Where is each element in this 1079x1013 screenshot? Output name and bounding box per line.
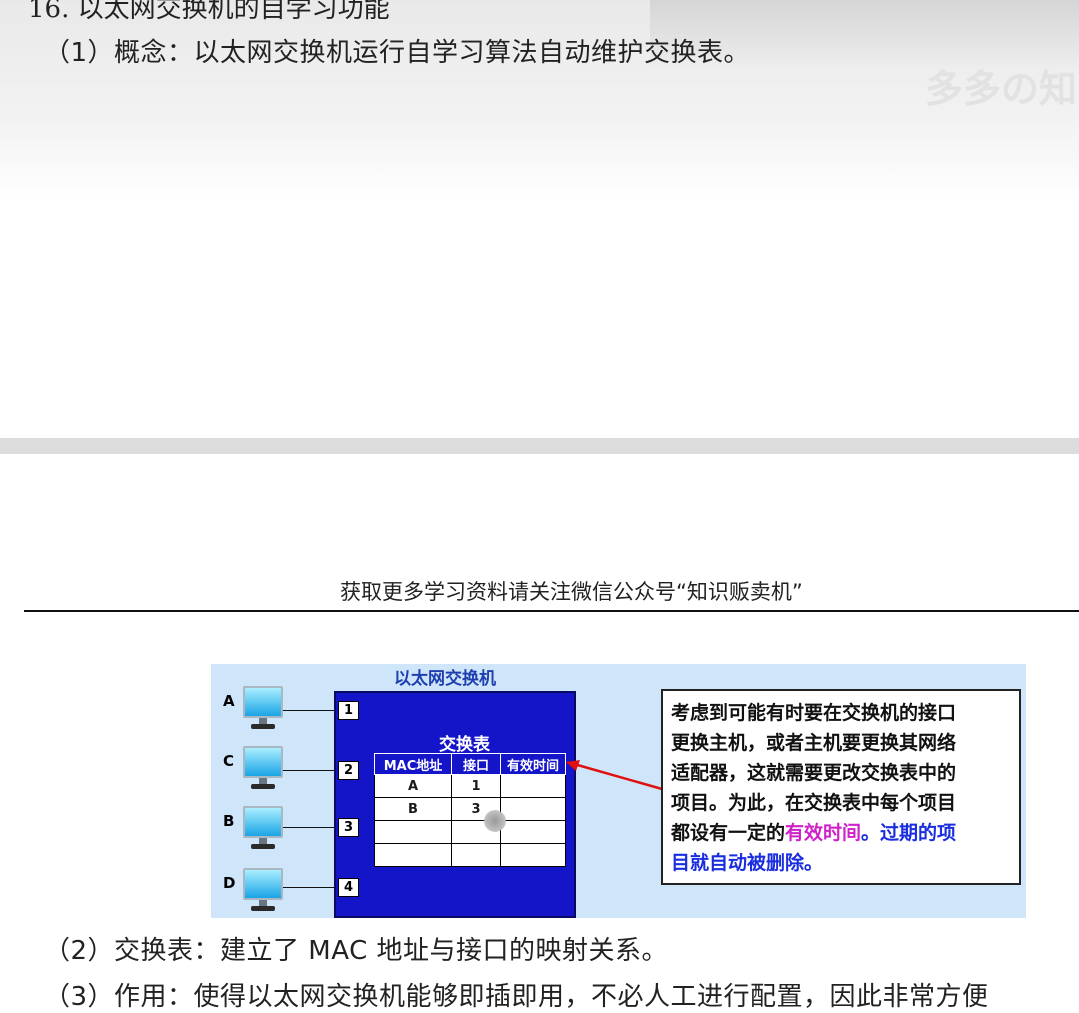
host-label-d: D <box>223 874 236 892</box>
link-wire <box>283 887 335 888</box>
table-cell: 1 <box>451 774 501 798</box>
port-4: 4 <box>338 878 359 897</box>
table-cell <box>500 774 566 798</box>
computer-icon <box>243 746 283 794</box>
note-text: 都设有一定的 <box>671 822 786 844</box>
table-cell <box>451 843 501 867</box>
link-wire <box>283 770 335 771</box>
port-1: 1 <box>338 701 359 720</box>
computer-icon <box>243 806 283 854</box>
table-cell: A <box>374 774 452 798</box>
table-row <box>374 820 566 844</box>
host-label-c: C <box>223 752 235 770</box>
watermark: 多多の知 <box>925 67 1078 111</box>
table-cell <box>500 797 566 821</box>
switch-table-paragraph: （2）交换表：建立了 MAC 地址与接口的映射关系。 <box>44 936 668 966</box>
table-cell <box>374 820 452 844</box>
table-cell <box>374 843 452 867</box>
footer-note: 获取更多学习资料请关注微信公众号“知识贩卖机” <box>340 580 803 604</box>
note-line: 考虑到可能有时要在交换机的接口 <box>671 702 957 724</box>
host-label-b: B <box>223 812 235 830</box>
computer-icon <box>243 868 283 916</box>
note-line: 适配器，这就需要更改交换表中的 <box>671 762 957 784</box>
port-2: 2 <box>338 761 359 780</box>
host-label-a: A <box>223 692 235 710</box>
note-line: 都设有一定的有效时间。过期的项 <box>671 818 1011 848</box>
explanation-box: 考虑到可能有时要在交换机的接口 更换主机，或者主机要更换其网络 适配器，这就需要… <box>661 689 1021 885</box>
table-title: 交换表 <box>439 735 490 755</box>
table-cell: B <box>374 797 452 821</box>
ethernet-switch: 1 2 3 4 交换表 MAC地址 接口 有效时间 A 1 B 3 <box>334 691 576 918</box>
page-separator <box>0 438 1079 454</box>
function-paragraph: （3）作用：使得以太网交换机能够即插即用，不必人工进行配置，因此非常方便 <box>44 982 989 1012</box>
footer-rule <box>24 610 1079 612</box>
highlight-valid-time: 有效时间 <box>785 822 862 844</box>
note-line: 更换主机，或者主机要更换其网络 <box>671 732 957 754</box>
table-cell <box>500 820 566 844</box>
col-header-port: 接口 <box>451 753 501 775</box>
table-row <box>374 843 566 867</box>
link-wire <box>283 827 335 828</box>
switch-table: MAC地址 接口 有效时间 A 1 B 3 <box>374 753 566 867</box>
link-wire <box>283 710 335 711</box>
highlight-text: 。过期的项 <box>861 822 957 844</box>
port-3: 3 <box>338 818 359 837</box>
col-header-mac: MAC地址 <box>374 753 452 775</box>
section-heading: 16. 以太网交换机的自学习功能 <box>28 0 390 24</box>
concept-paragraph: （1）概念：以太网交换机运行自学习算法自动维护交换表。 <box>44 38 751 68</box>
cursor-pointer <box>484 810 506 832</box>
table-row: B 3 <box>374 797 566 821</box>
table-row: A 1 <box>374 774 566 798</box>
col-header-ttl: 有效时间 <box>500 753 566 775</box>
note-line: 项目。为此，在交换表中每个项目 <box>671 792 957 814</box>
document-page-top: 16. 以太网交换机的自学习功能 （1）概念：以太网交换机运行自学习算法自动维护… <box>0 0 1079 438</box>
table-cell <box>500 843 566 867</box>
pointer-arrow <box>566 760 663 791</box>
note-line: 目就自动被删除。 <box>671 852 824 874</box>
diagram-title: 以太网交换机 <box>394 669 496 689</box>
computer-icon <box>243 686 283 734</box>
switch-diagram: 以太网交换机 A C B D 1 2 3 4 交换表 MAC地址 接口 有效时间… <box>211 664 1026 918</box>
